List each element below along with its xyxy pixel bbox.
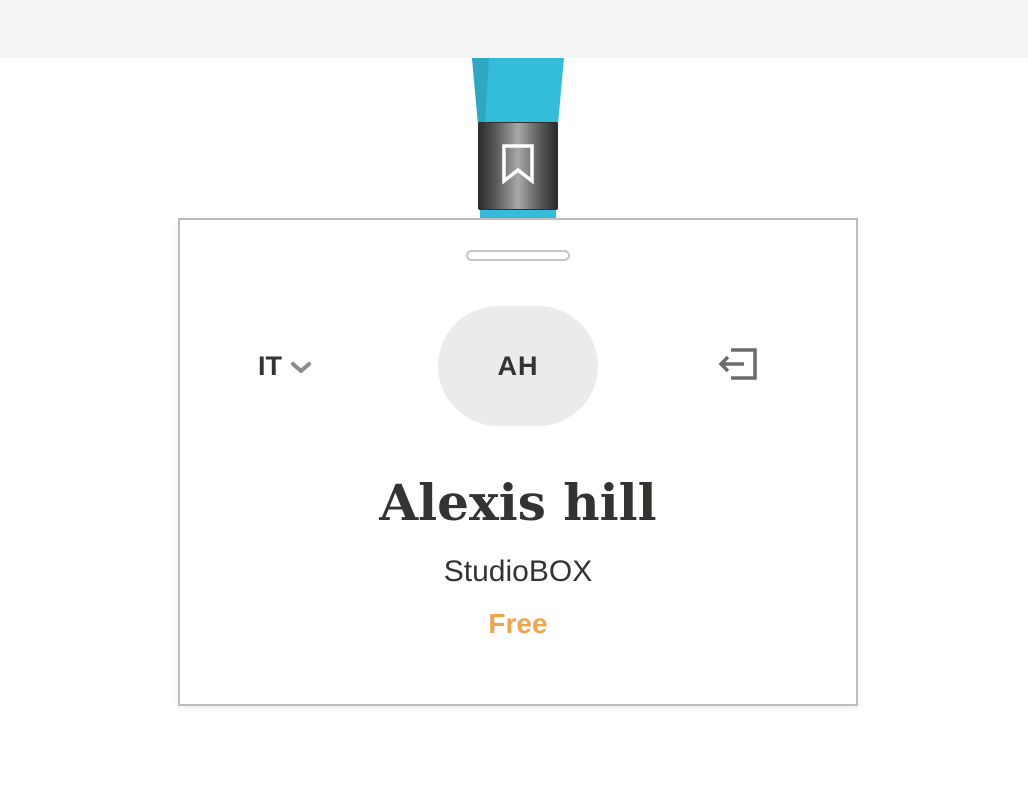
plan-badge: Free — [488, 608, 548, 639]
language-selector[interactable]: IT — [258, 346, 312, 386]
user-organization: StudioBOX — [443, 555, 593, 588]
avatar: AH — [438, 306, 598, 426]
lanyard-strap — [472, 58, 564, 124]
badge-slot — [466, 250, 570, 261]
bookmark-icon — [501, 143, 535, 189]
user-name: Alexis hill — [379, 473, 657, 532]
logout-button[interactable] — [716, 346, 760, 386]
chevron-down-icon — [290, 361, 312, 375]
top-bar — [0, 0, 1028, 58]
language-label: IT — [258, 350, 282, 381]
avatar-initials: AH — [497, 350, 539, 381]
badge-clip — [478, 122, 558, 210]
logout-icon — [717, 347, 759, 386]
